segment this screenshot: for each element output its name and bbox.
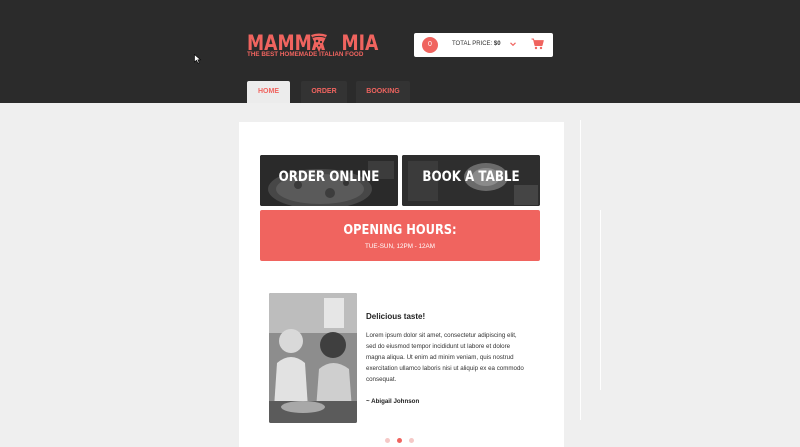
cart-total-price: TOTAL PRICE: $0 [452, 41, 501, 47]
cart-total-label: TOTAL PRICE: [452, 41, 493, 47]
carousel-dot-active[interactable] [397, 438, 402, 443]
background-decoration [600, 210, 601, 390]
cart-count-badge: 0 [422, 37, 438, 53]
book-table-tile[interactable]: BOOK A TABLE [402, 155, 540, 206]
shopping-cart-icon[interactable] [531, 38, 544, 50]
testimonial-author: ~ Abigail Johnson [366, 398, 420, 405]
cart-total-value: $0 [493, 41, 501, 47]
mouse-cursor-icon [194, 54, 202, 64]
opening-hours-title: OPENING HOURS: [343, 222, 457, 238]
order-online-label: ORDER ONLINE [278, 169, 380, 185]
opening-hours-banner: OPENING HOURS: TUE-SUN, 12PM - 12AM [260, 210, 540, 261]
opening-hours-times: TUE-SUN, 12PM - 12AM [365, 243, 435, 250]
testimonial-body: Lorem ipsum dolor sit amet, consectetur … [366, 332, 524, 384]
carousel-dot[interactable] [409, 438, 414, 443]
book-table-label: BOOK A TABLE [422, 169, 520, 185]
diners-photo [269, 293, 357, 423]
background-decoration [580, 120, 581, 420]
order-online-tile[interactable]: ORDER ONLINE [260, 155, 398, 206]
brand-logo[interactable]: MAMMA MIA [247, 31, 378, 63]
tab-booking[interactable]: BOOKING [356, 81, 410, 103]
pizza-slice-icon [311, 33, 327, 52]
tab-home[interactable]: HOME [247, 81, 290, 103]
brand-tagline: THE BEST HOMEMADE ITALIAN FOOD [247, 51, 364, 58]
testimonial-photo [269, 293, 357, 423]
carousel-dot[interactable] [385, 438, 390, 443]
cart-widget[interactable]: 0 TOTAL PRICE: $0 [414, 33, 553, 57]
testimonial-title: Delicious taste! [366, 312, 426, 321]
tab-order[interactable]: ORDER [301, 81, 347, 103]
chevron-down-icon[interactable] [509, 40, 517, 48]
